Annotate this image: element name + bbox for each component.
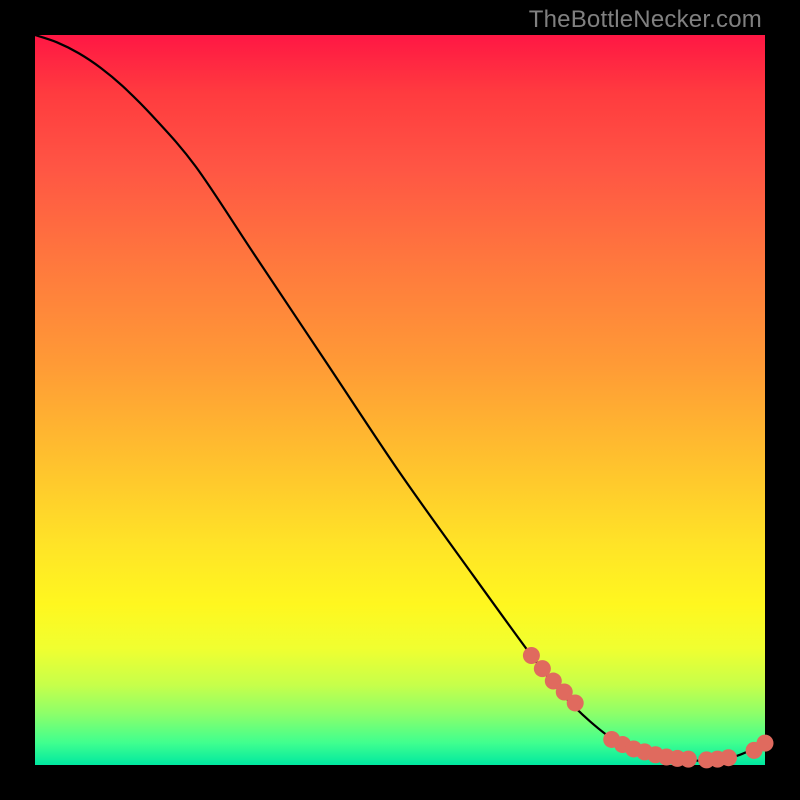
- data-marker: [567, 694, 584, 711]
- bottleneck-curve: [35, 35, 765, 761]
- data-marker: [720, 749, 737, 766]
- chart-overlay: [35, 35, 765, 765]
- data-marker: [680, 751, 697, 768]
- attribution-watermark: TheBottleNecker.com: [529, 6, 762, 34]
- data-marker: [757, 735, 774, 752]
- marker-group: [523, 647, 774, 768]
- chart-frame: TheBottleNecker.com: [0, 0, 800, 800]
- data-marker: [523, 647, 540, 664]
